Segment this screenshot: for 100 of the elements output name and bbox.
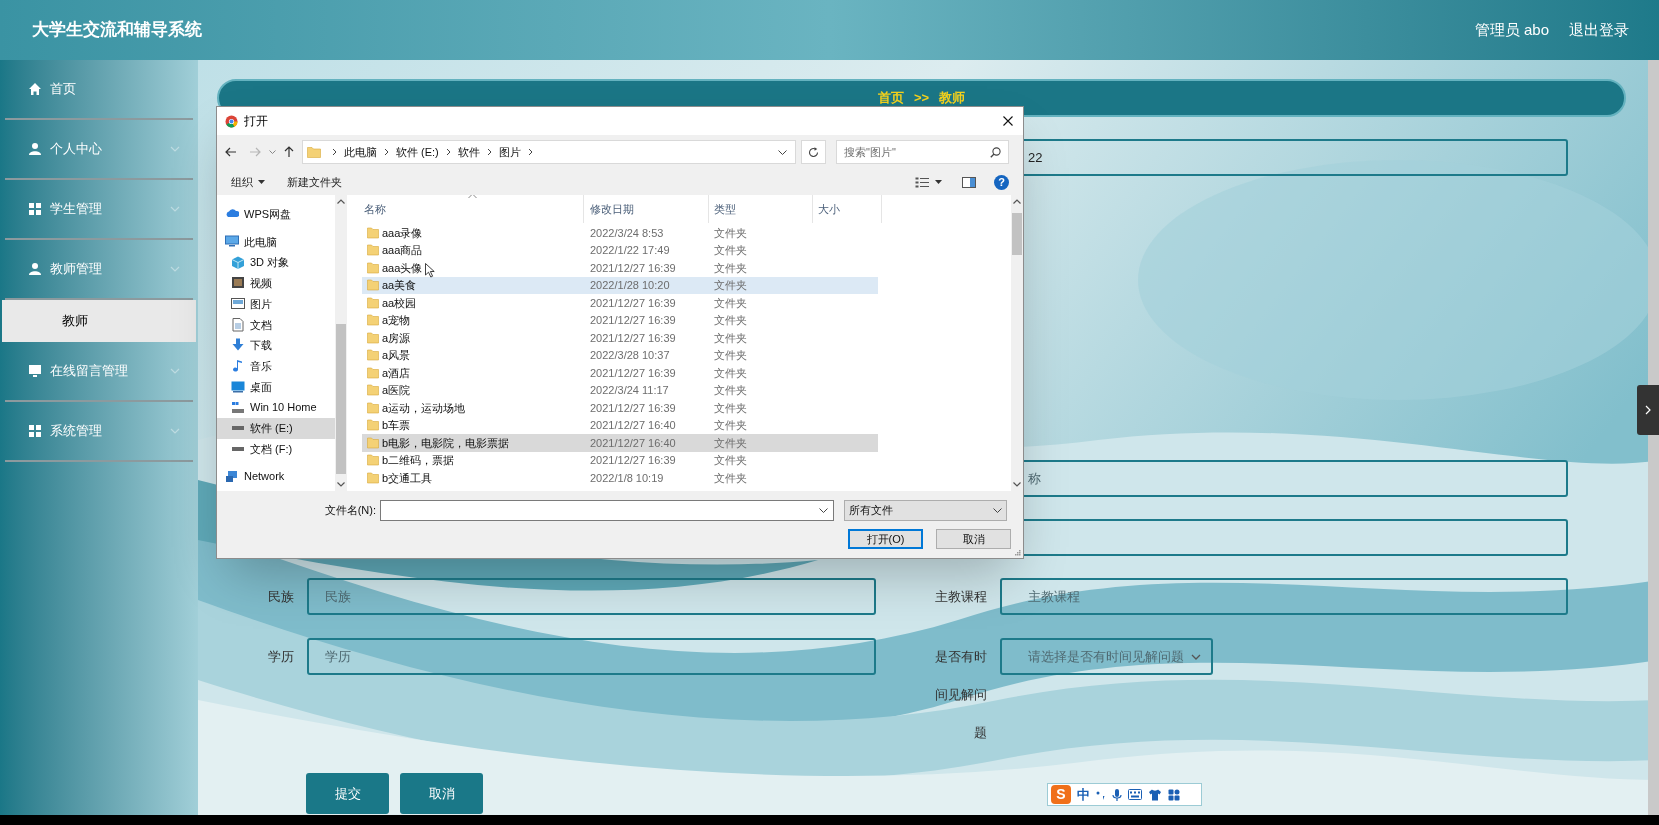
nav-item[interactable]: 软件 (E:): [217, 417, 335, 439]
download-icon: [231, 338, 245, 353]
folder-icon: [367, 471, 379, 484]
file-type: 文件夹: [713, 260, 748, 276]
path-segment[interactable]: 软件 (E:): [396, 143, 439, 161]
chevron-down-icon[interactable]: [778, 149, 787, 155]
scroll-down-icon[interactable]: [337, 482, 345, 487]
refresh-button[interactable]: [801, 140, 826, 164]
breadcrumb-link[interactable]: 首页: [877, 88, 904, 108]
nav-item[interactable]: 文档: [217, 314, 335, 336]
path-segment[interactable]: 此电脑: [344, 143, 377, 161]
file-row[interactable]: aa校园 2021/12/27 16:39 文件夹: [362, 294, 878, 312]
search-icon: [990, 146, 1001, 158]
home-icon: [28, 82, 42, 96]
file-row[interactable]: aaa头像 2021/12/27 16:39 文件夹: [362, 259, 878, 277]
nav-item[interactable]: Network: [217, 466, 335, 487]
file-row[interactable]: b交通工具 2022/1/8 10:19 文件夹: [362, 469, 878, 487]
file-row[interactable]: a房源 2021/12/27 16:39 文件夹: [362, 329, 878, 347]
file-date: 2022/1/8 10:19: [589, 470, 665, 486]
file-row[interactable]: a运动，运动场地 2021/12/27 16:39 文件夹: [362, 399, 878, 417]
scroll-up-icon[interactable]: [337, 199, 345, 204]
file-date: 2021/12/27 16:39: [589, 260, 677, 276]
path-segment[interactable]: 图片: [498, 143, 521, 161]
picture-icon: [231, 297, 245, 312]
nav-item[interactable]: 桌面: [217, 376, 335, 398]
file-row[interactable]: a酒店 2021/12/27 16:39 文件夹: [362, 364, 878, 382]
file-row[interactable]: a宠物 2021/12/27 16:39 文件夹: [362, 311, 878, 329]
form-button[interactable]: 提交: [306, 773, 389, 814]
dialog-title: 打开: [244, 113, 268, 130]
file-type-select[interactable]: 所有文件: [844, 500, 1007, 521]
chevron-down-icon: [170, 206, 180, 212]
form-button[interactable]: 取消: [400, 773, 483, 814]
column-header[interactable]: 修改日期: [584, 195, 709, 223]
preview-pane-icon[interactable]: [962, 176, 976, 188]
nav-item[interactable]: 视频: [217, 273, 335, 294]
view-list-icon[interactable]: [915, 176, 929, 188]
file-name: b交通工具: [382, 470, 433, 486]
scroll-up-icon[interactable]: [1013, 199, 1021, 204]
file-name: aa美食: [382, 278, 417, 293]
file-row[interactable]: aaa商品 2022/1/22 17:49 文件夹: [362, 241, 878, 259]
folder-icon: [367, 366, 379, 379]
drawer-toggle-button[interactable]: [1637, 385, 1659, 435]
file-name: aaa商品: [382, 243, 423, 258]
nav-item[interactable]: 此电脑: [217, 231, 335, 253]
sidebar-subitem[interactable]: 教师: [2, 300, 196, 342]
back-arrow-icon[interactable]: [225, 147, 237, 157]
app-title: 大学生交流和辅导系统: [32, 19, 202, 42]
user-icon: [28, 142, 42, 156]
address-bar[interactable]: 此电脑 软件 (E:) 软件 图片: [302, 140, 796, 164]
file-row[interactable]: b二维码，票据 2021/12/27 16:39 文件夹: [362, 451, 878, 469]
file-date: 2022/3/24 11:17: [589, 383, 670, 398]
file-date: 2021/12/27 16:39: [589, 400, 677, 416]
scrollbar-thumb[interactable]: [1012, 213, 1022, 255]
shirt-icon[interactable]: [1148, 788, 1162, 801]
nav-item[interactable]: 3D 对象: [217, 252, 335, 274]
search-field[interactable]: 搜索"图片": [836, 140, 1009, 164]
file-row[interactable]: a医院 2022/3/24 11:17 文件夹: [362, 381, 878, 399]
resize-grip-icon[interactable]: [1013, 548, 1021, 556]
path-segment[interactable]: 软件: [457, 143, 480, 161]
breadcrumb-current[interactable]: 教师: [939, 88, 966, 108]
text-field[interactable]: 学历: [307, 638, 876, 675]
dialog-button[interactable]: 取消: [936, 529, 1011, 549]
nav-item[interactable]: 图片: [217, 293, 335, 315]
toolbar-button[interactable]: 新建文件夹: [287, 173, 342, 191]
file-row[interactable]: b车票 2021/12/27 16:40 文件夹: [362, 416, 878, 434]
nav-item[interactable]: 音乐: [217, 355, 335, 377]
input-mode-toggle[interactable]: 中: [1077, 784, 1090, 805]
nav-item[interactable]: 下载: [217, 335, 335, 356]
keyboard-icon[interactable]: [1128, 789, 1142, 800]
column-header[interactable]: 类型: [709, 195, 813, 223]
caret-icon: [258, 180, 265, 184]
column-header[interactable]: 名称: [347, 195, 584, 223]
chevron-down-icon: [819, 508, 828, 513]
desktop-icon: [231, 379, 245, 394]
sidebar-item[interactable]: 首页: [0, 60, 198, 118]
help-button[interactable]: ?: [994, 174, 1009, 190]
dialog-button[interactable]: 打开(O): [848, 529, 923, 549]
toolbar-button[interactable]: 组织: [231, 173, 265, 191]
file-name: aaa头像: [382, 260, 423, 276]
text-field[interactable]: 民族: [307, 578, 876, 615]
file-row[interactable]: b电影，电影院，电影票据 2021/12/27 16:40 文件夹: [362, 434, 878, 452]
file-row[interactable]: a风景 2022/3/28 10:37 文件夹: [362, 346, 878, 364]
file-type: 文件夹: [713, 418, 748, 433]
file-name: a运动，运动场地: [382, 400, 466, 416]
nav-item[interactable]: 文档 (F:): [217, 438, 335, 460]
scrollbar-thumb[interactable]: [336, 324, 346, 474]
nav-item[interactable]: Win 10 Home: [217, 397, 335, 418]
caret-icon[interactable]: [935, 180, 942, 184]
nav-item[interactable]: WPS网盘: [217, 204, 335, 225]
column-header[interactable]: 大小: [813, 195, 882, 223]
folder-icon: [367, 331, 379, 344]
file-row[interactable]: aa美食 2022/1/28 10:20 文件夹: [362, 276, 878, 294]
up-arrow-icon[interactable]: [284, 146, 294, 158]
file-row[interactable]: aaa录像 2022/3/24 8:53 文件夹: [362, 224, 878, 242]
logout-link[interactable]: 退出登录: [1569, 18, 1629, 42]
scroll-down-icon[interactable]: [1013, 482, 1021, 487]
grid-icon[interactable]: [1168, 788, 1180, 801]
folder-icon: [367, 401, 379, 414]
microphone-icon[interactable]: [1112, 787, 1122, 802]
filename-field[interactable]: [380, 500, 834, 521]
